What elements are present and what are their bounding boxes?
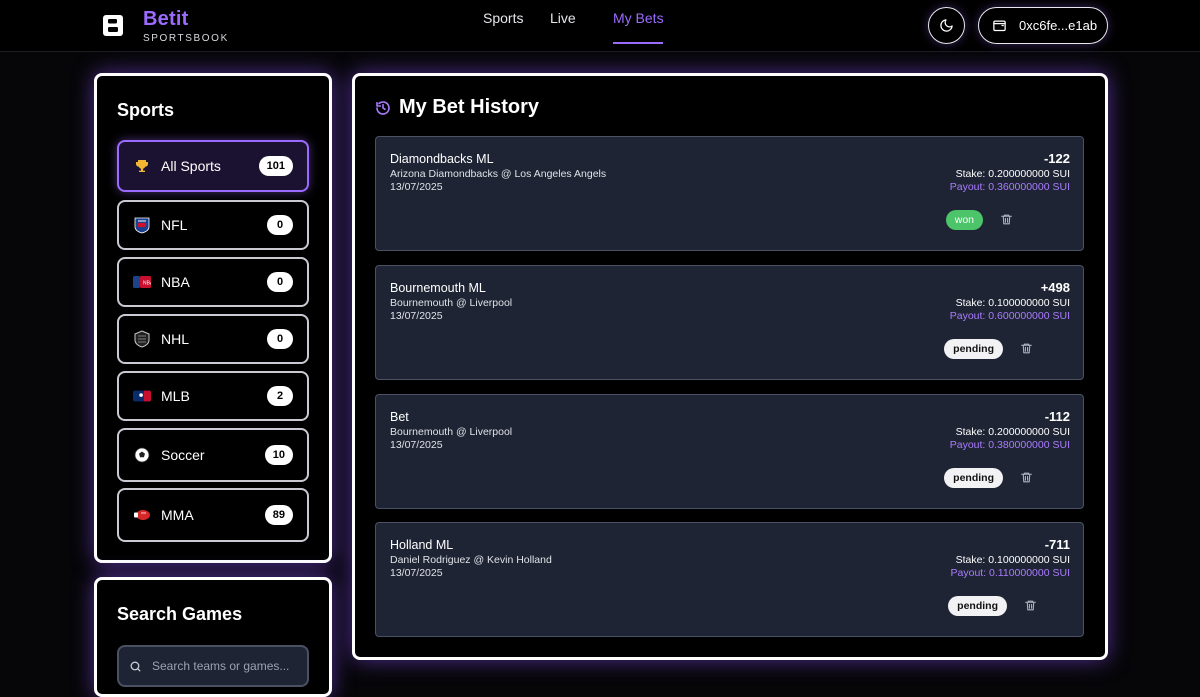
search-panel-title: Search Games [117, 604, 243, 624]
delete-bet-button[interactable] [1019, 342, 1033, 356]
nav-sports[interactable]: Sports [483, 10, 523, 26]
search-input[interactable] [152, 659, 302, 673]
trash-icon [1024, 600, 1036, 611]
bet-title: Bournemouth ML [390, 281, 486, 295]
status-badge: pending [944, 467, 1003, 488]
sidebar-item-count: 0 [267, 215, 293, 235]
sidebar-item-label: Soccer [161, 447, 205, 463]
bet-card: Bet Bournemouth @ Liverpool 13/07/2025 -… [375, 394, 1084, 509]
sidebar-item-mma[interactable]: MMA 89 [117, 488, 309, 542]
brand-name[interactable]: Betit [143, 8, 188, 31]
sidebar-item-label: All Sports [161, 158, 221, 174]
wallet-icon [993, 20, 1006, 32]
trash-icon [1000, 214, 1012, 225]
sidebar-item-label: MMA [161, 507, 194, 523]
nfl-logo-icon [133, 216, 151, 234]
sidebar-item-nhl[interactable]: NHL 0 [117, 314, 309, 364]
bet-actions: pending [944, 467, 1033, 488]
nav-active-underline [613, 42, 663, 44]
nav-my-bets[interactable]: My Bets [613, 10, 664, 26]
bet-title: Holland ML [390, 538, 454, 552]
bet-odds: -122 [1043, 151, 1070, 166]
sidebar-item-mlb[interactable]: MLB 2 [117, 371, 309, 421]
sidebar-item-soccer[interactable]: Soccer 10 [117, 428, 309, 482]
status-badge: won [945, 209, 983, 230]
wallet-button[interactable]: 0xc6fe...e1ab [978, 7, 1108, 44]
search-icon [130, 661, 141, 671]
sidebar-item-count: 2 [267, 386, 293, 406]
bet-date: 13/07/2025 [390, 181, 443, 193]
trash-icon [1020, 472, 1032, 483]
sidebar-item-label: NHL [161, 331, 190, 347]
sports-panel-title: Sports [117, 100, 175, 120]
bet-odds: +498 [1040, 280, 1070, 295]
bet-odds: -112 [1044, 409, 1070, 424]
search-panel: Search Games [94, 577, 332, 697]
bet-payout: Payout: 0.110000000 SUI [950, 567, 1070, 579]
bet-actions: won [945, 209, 1013, 230]
sidebar-item-label: NFL [161, 217, 188, 233]
bet-date: 13/07/2025 [390, 439, 443, 451]
bet-history-panel: My Bet History Diamondbacks ML Arizona D… [352, 73, 1108, 660]
search-box[interactable] [117, 645, 309, 687]
bet-title: Diamondbacks ML [390, 152, 494, 166]
bet-card: Holland ML Daniel Rodriguez @ Kevin Holl… [375, 522, 1084, 637]
bet-actions: pending [948, 595, 1037, 616]
status-badge: pending [944, 338, 1003, 359]
sidebar-item-count: 89 [264, 505, 293, 525]
sidebar-item-label: MLB [161, 388, 190, 404]
bet-stake: Stake: 0.100000000 SUI [955, 297, 1070, 309]
bet-date: 13/07/2025 [390, 567, 443, 579]
bet-stake: Stake: 0.100000000 SUI [955, 554, 1070, 566]
sidebar-item-nba[interactable]: NBA NBA 0 [117, 257, 309, 307]
delete-bet-button[interactable] [999, 213, 1013, 227]
mlb-logo-icon [133, 387, 151, 405]
delete-bet-button[interactable] [1019, 471, 1033, 485]
bet-card: Bournemouth ML Bournemouth @ Liverpool 1… [375, 265, 1084, 380]
sidebar-item-nfl[interactable]: NFL 0 [117, 200, 309, 250]
bet-stake: Stake: 0.200000000 SUI [955, 168, 1070, 180]
page-title: My Bet History [399, 96, 540, 118]
sidebar-item-count: 10 [264, 445, 293, 465]
bet-match: Bournemouth @ Liverpool [390, 297, 513, 309]
boxing-glove-icon [133, 506, 151, 524]
bet-stake: Stake: 0.200000000 SUI [955, 426, 1070, 438]
nba-logo-icon: NBA [133, 273, 151, 291]
bet-payout: Payout: 0.600000000 SUI [949, 310, 1070, 322]
trophy-icon [133, 157, 151, 175]
svg-text:NBA: NBA [143, 281, 151, 287]
sidebar-item-all-sports[interactable]: All Sports 101 [117, 140, 309, 192]
bet-match: Daniel Rodriguez @ Kevin Holland [390, 554, 552, 566]
moon-icon [940, 19, 953, 32]
nhl-logo-icon [133, 330, 151, 348]
delete-bet-button[interactable] [1023, 599, 1037, 613]
bet-title: Bet [390, 410, 409, 424]
bet-card: Diamondbacks ML Arizona Diamondbacks @ L… [375, 136, 1084, 251]
bet-payout: Payout: 0.360000000 SUI [949, 181, 1070, 193]
trash-icon [1020, 343, 1032, 354]
bet-date: 13/07/2025 [390, 310, 443, 322]
sidebar-item-label: NBA [161, 274, 190, 290]
soccer-ball-icon [133, 446, 151, 464]
bet-history-header: My Bet History [375, 96, 539, 119]
theme-toggle-button[interactable] [928, 7, 965, 44]
wallet-address: 0xc6fe...e1ab [1019, 18, 1098, 33]
top-header: Betit SPORTSBOOK Sports Live My Bets 0xc… [0, 0, 1200, 52]
sidebar-item-count: 0 [267, 272, 293, 292]
history-icon [376, 100, 390, 115]
bet-match: Bournemouth @ Liverpool [390, 426, 513, 438]
status-badge: pending [948, 595, 1007, 616]
bet-actions: pending [944, 338, 1033, 359]
brand-subtitle: SPORTSBOOK [143, 33, 229, 44]
bet-payout: Payout: 0.380000000 SUI [949, 439, 1070, 451]
bet-odds: -711 [1044, 537, 1070, 552]
brand-logo-icon[interactable] [103, 15, 123, 36]
sports-panel: Sports All Sports 101 NFL 0 NBA NBA 0 NH… [94, 73, 332, 563]
sidebar-item-count: 101 [258, 156, 293, 176]
sidebar-item-count: 0 [267, 329, 293, 349]
bet-match: Arizona Diamondbacks @ Los Angeles Angel… [390, 168, 607, 180]
nav-live[interactable]: Live [550, 10, 576, 26]
